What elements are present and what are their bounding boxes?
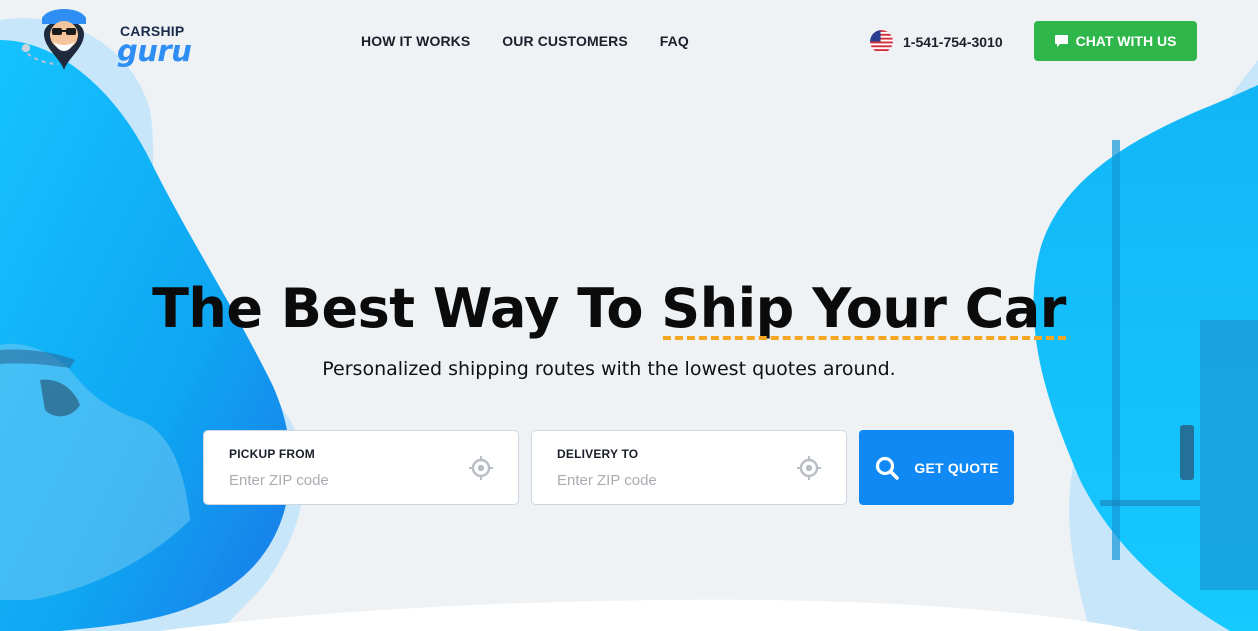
page: CARSHIP guru HOW IT WORKS OUR CUSTOMERS … [0,0,1258,631]
chat-with-us-button[interactable]: CHAT WITH US [1034,21,1197,61]
delivery-label: DELIVERY TO [557,447,639,461]
chat-button-label: CHAT WITH US [1075,33,1177,49]
guru-mascot-icon [21,9,86,70]
main-nav: HOW IT WORKS OUR CUSTOMERS FAQ [361,33,689,49]
nav-how-it-works[interactable]: HOW IT WORKS [361,33,470,49]
search-icon [876,456,900,480]
phone-number: 1-541-754-3010 [903,33,1003,50]
delivery-field[interactable]: DELIVERY TO [531,430,847,505]
get-quote-label: GET QUOTE [914,459,999,476]
nav-our-customers[interactable]: OUR CUSTOMERS [502,33,628,49]
nav-faq[interactable]: FAQ [660,33,689,49]
delivery-zip-input[interactable] [557,469,777,491]
us-flag-icon [870,30,893,53]
crosshair-icon[interactable] [796,455,822,481]
hero-subtitle: Personalized shipping routes with the lo… [322,358,896,380]
get-quote-button[interactable]: GET QUOTE [859,430,1014,505]
pickup-label: PICKUP FROM [229,447,315,461]
brand-logo[interactable]: CARSHIP guru [18,4,192,72]
pickup-zip-input[interactable] [229,469,449,491]
chat-bubble-icon [1054,35,1068,47]
phone-contact[interactable]: 1-541-754-3010 [870,30,1003,53]
hero-title-plain: The Best Way To [152,277,662,340]
brand-name-bottom: guru [117,34,192,68]
hero-title: The Best Way To Ship Your Car [0,277,1218,340]
pickup-field[interactable]: PICKUP FROM [203,430,519,505]
crosshair-icon[interactable] [468,455,494,481]
hero-title-highlight: Ship Your Car [661,277,1066,340]
